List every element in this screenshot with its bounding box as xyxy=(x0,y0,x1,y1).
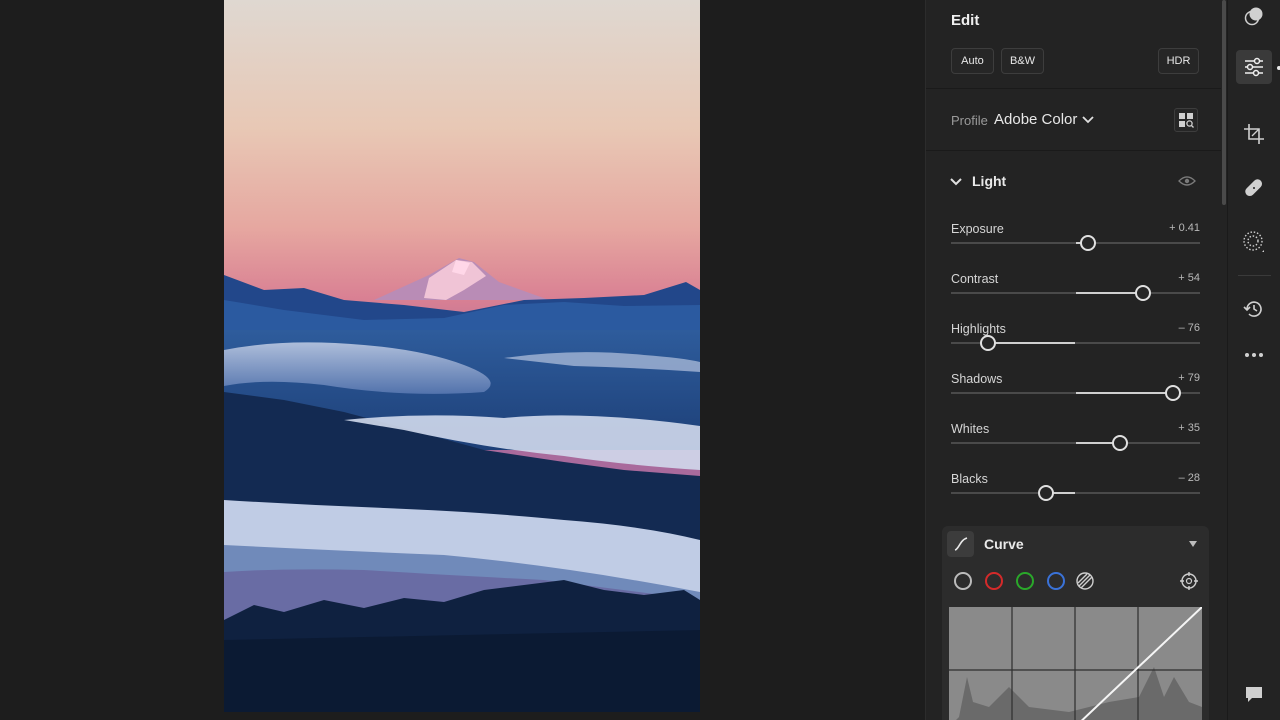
slider-value[interactable]: – 76 xyxy=(1179,322,1200,334)
photo-canvas[interactable] xyxy=(0,0,925,720)
scrollbar-thumb[interactable] xyxy=(1222,0,1226,205)
slider-label: Highlights xyxy=(951,322,1006,336)
shadows-slider[interactable]: Shadows + 79 xyxy=(951,372,1200,412)
tool-separator xyxy=(1238,275,1271,276)
profile-label: Profile xyxy=(951,113,988,128)
curve-title[interactable]: Curve xyxy=(984,536,1024,552)
blacks-slider[interactable]: Blacks – 28 xyxy=(951,472,1200,512)
slider-track[interactable] xyxy=(951,442,1200,444)
rgb-channel-button[interactable] xyxy=(954,572,972,590)
slider-thumb[interactable] xyxy=(1134,285,1151,301)
slider-fill xyxy=(1075,292,1143,294)
crop-button[interactable] xyxy=(1236,117,1272,151)
slider-track[interactable] xyxy=(951,392,1200,394)
edit-panel: Edit Auto B&W HDR Profile Adobe Color Li… xyxy=(925,0,1221,720)
whites-slider[interactable]: Whites + 35 xyxy=(951,422,1200,462)
presets-button[interactable] xyxy=(1236,0,1272,34)
comments-button[interactable] xyxy=(1236,677,1272,711)
divider xyxy=(926,150,1221,151)
crop-icon xyxy=(1244,124,1264,144)
slider-value[interactable]: + 54 xyxy=(1178,272,1200,284)
exposure-slider[interactable]: Exposure + 0.41 xyxy=(951,222,1200,262)
healing-button[interactable] xyxy=(1236,171,1272,205)
curve-icon xyxy=(954,537,967,551)
profile-dropdown[interactable]: Adobe Color xyxy=(994,111,1077,128)
bw-button[interactable]: B&W xyxy=(1001,48,1044,74)
curve-toggle-button[interactable] xyxy=(947,531,974,557)
slider-label: Whites xyxy=(951,422,990,436)
green-channel-button[interactable] xyxy=(1016,572,1034,590)
more-button[interactable] xyxy=(1236,338,1272,372)
slider-thumb[interactable] xyxy=(1164,385,1181,401)
slider-thumb[interactable] xyxy=(1112,435,1129,451)
light-section-title[interactable]: Light xyxy=(972,173,1006,189)
slider-value[interactable]: + 0.41 xyxy=(1169,222,1200,234)
slider-thumb[interactable] xyxy=(1037,485,1054,501)
slider-fill xyxy=(1075,392,1173,394)
red-channel-button[interactable] xyxy=(985,572,1003,590)
masking-button[interactable] xyxy=(1236,225,1272,259)
masking-icon xyxy=(1243,231,1264,252)
caret-down-icon[interactable] xyxy=(1188,540,1198,548)
slider-track[interactable] xyxy=(951,292,1200,294)
edit-sliders-icon xyxy=(1245,57,1263,77)
chevron-down-icon[interactable] xyxy=(948,174,964,190)
parametric-curve-icon[interactable] xyxy=(1075,571,1095,591)
blue-channel-button[interactable] xyxy=(1047,572,1065,590)
slider-label: Exposure xyxy=(951,222,1004,236)
landscape-photo xyxy=(224,0,700,712)
slider-fill xyxy=(988,342,1076,344)
lightroom-app: Edit Auto B&W HDR Profile Adobe Color Li… xyxy=(0,0,1280,720)
divider xyxy=(926,88,1221,89)
auto-button[interactable]: Auto xyxy=(951,48,994,74)
slider-value[interactable]: + 35 xyxy=(1178,422,1200,434)
curve-panel: Curve xyxy=(942,526,1209,720)
profile-browser-icon xyxy=(1179,113,1194,128)
comments-icon xyxy=(1246,687,1262,702)
eye-icon[interactable] xyxy=(1178,174,1196,188)
slider-thumb[interactable] xyxy=(1079,235,1096,251)
panel-title: Edit xyxy=(951,12,980,29)
photo-preview[interactable] xyxy=(224,0,700,712)
highlights-slider[interactable]: Highlights – 76 xyxy=(951,322,1200,362)
chevron-down-icon[interactable] xyxy=(1080,112,1096,128)
tone-curve-graph[interactable] xyxy=(949,607,1202,720)
hdr-button[interactable]: HDR xyxy=(1158,48,1199,74)
tool-strip xyxy=(1227,0,1280,720)
slider-track[interactable] xyxy=(951,242,1200,244)
slider-value[interactable]: + 79 xyxy=(1178,372,1200,384)
edit-button[interactable] xyxy=(1236,50,1272,84)
more-icon xyxy=(1245,353,1263,357)
presets-icon xyxy=(1244,7,1263,26)
slider-thumb[interactable] xyxy=(980,335,997,351)
profile-browser-button[interactable] xyxy=(1174,108,1198,132)
healing-icon xyxy=(1245,179,1263,197)
slider-label: Shadows xyxy=(951,372,1003,386)
target-adjust-icon[interactable] xyxy=(1180,572,1198,590)
slider-label: Blacks xyxy=(951,472,988,486)
contrast-slider[interactable]: Contrast + 54 xyxy=(951,272,1200,312)
slider-value[interactable]: – 28 xyxy=(1179,472,1200,484)
history-button[interactable] xyxy=(1236,292,1272,326)
slider-track[interactable] xyxy=(951,492,1200,494)
history-icon xyxy=(1243,301,1262,317)
slider-label: Contrast xyxy=(951,272,999,286)
